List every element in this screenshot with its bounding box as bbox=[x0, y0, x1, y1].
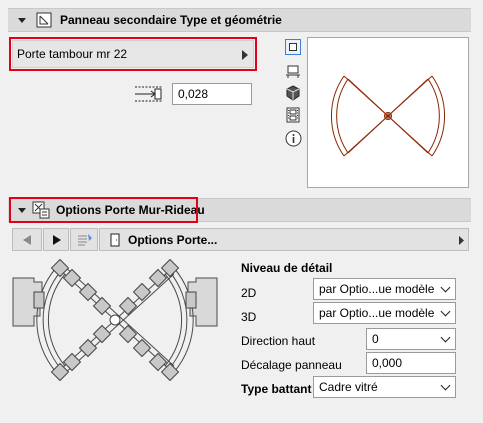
select-leaf-type-value: Cadre vitré bbox=[319, 380, 378, 394]
select-2d[interactable]: par Optio...ue modèle bbox=[313, 278, 456, 300]
collapse-triangle-icon[interactable] bbox=[18, 18, 26, 23]
prev-button[interactable] bbox=[12, 228, 42, 251]
chevron-down-icon bbox=[440, 380, 451, 391]
label-2d: 2D bbox=[241, 286, 257, 300]
detail-level-heading: Niveau de détail bbox=[241, 261, 333, 275]
offset-input[interactable]: 0,000 bbox=[366, 352, 456, 374]
label-3d: 3D bbox=[241, 310, 257, 324]
next-button[interactable] bbox=[43, 228, 69, 251]
list-edit-icon bbox=[78, 234, 92, 246]
select-2d-value: par Optio...ue modèle bbox=[319, 282, 435, 296]
revolving-door-diagram bbox=[12, 258, 218, 382]
width-dimension-icon bbox=[135, 86, 163, 102]
chevron-down-icon bbox=[440, 332, 451, 343]
select-direction-value: 0 bbox=[372, 332, 379, 346]
chevron-down-icon bbox=[440, 282, 451, 293]
revolving-door-plan-preview bbox=[331, 75, 445, 157]
highlight-frame bbox=[9, 37, 257, 71]
panel-header-type-geometry[interactable]: Panneau secondaire Type et géométrie bbox=[8, 8, 471, 32]
door-page-icon bbox=[110, 233, 120, 247]
page-selector[interactable]: Options Porte... bbox=[99, 228, 469, 251]
info-icon[interactable] bbox=[285, 130, 302, 147]
arrow-right-icon bbox=[53, 235, 61, 245]
highlight-frame bbox=[9, 197, 198, 223]
square-view-icon[interactable] bbox=[285, 39, 301, 55]
chevron-right-icon bbox=[459, 236, 464, 245]
label-leaf-type: Type battant bbox=[241, 382, 312, 396]
cube-3d-icon[interactable] bbox=[285, 85, 301, 101]
settings-list-button[interactable] bbox=[70, 228, 98, 251]
select-3d-value: par Optio...ue modèle bbox=[319, 306, 435, 320]
label-offset: Décalage panneau bbox=[241, 358, 342, 372]
arrow-left-icon bbox=[23, 235, 31, 245]
select-direction[interactable]: 0 bbox=[366, 328, 456, 350]
panel-type-icon bbox=[36, 12, 52, 28]
panel-title: Panneau secondaire Type et géométrie bbox=[60, 13, 282, 27]
floor-plan-icon[interactable] bbox=[285, 63, 301, 79]
width-input[interactable]: 0,028 bbox=[172, 83, 252, 105]
chevron-down-icon bbox=[440, 306, 451, 317]
select-3d[interactable]: par Optio...ue modèle bbox=[313, 302, 456, 324]
label-direction: Direction haut bbox=[241, 334, 316, 348]
page-selector-label: Options Porte... bbox=[128, 233, 218, 247]
film-strip-icon[interactable] bbox=[285, 107, 301, 123]
door-preview bbox=[307, 37, 469, 188]
select-leaf-type[interactable]: Cadre vitré bbox=[313, 376, 456, 398]
